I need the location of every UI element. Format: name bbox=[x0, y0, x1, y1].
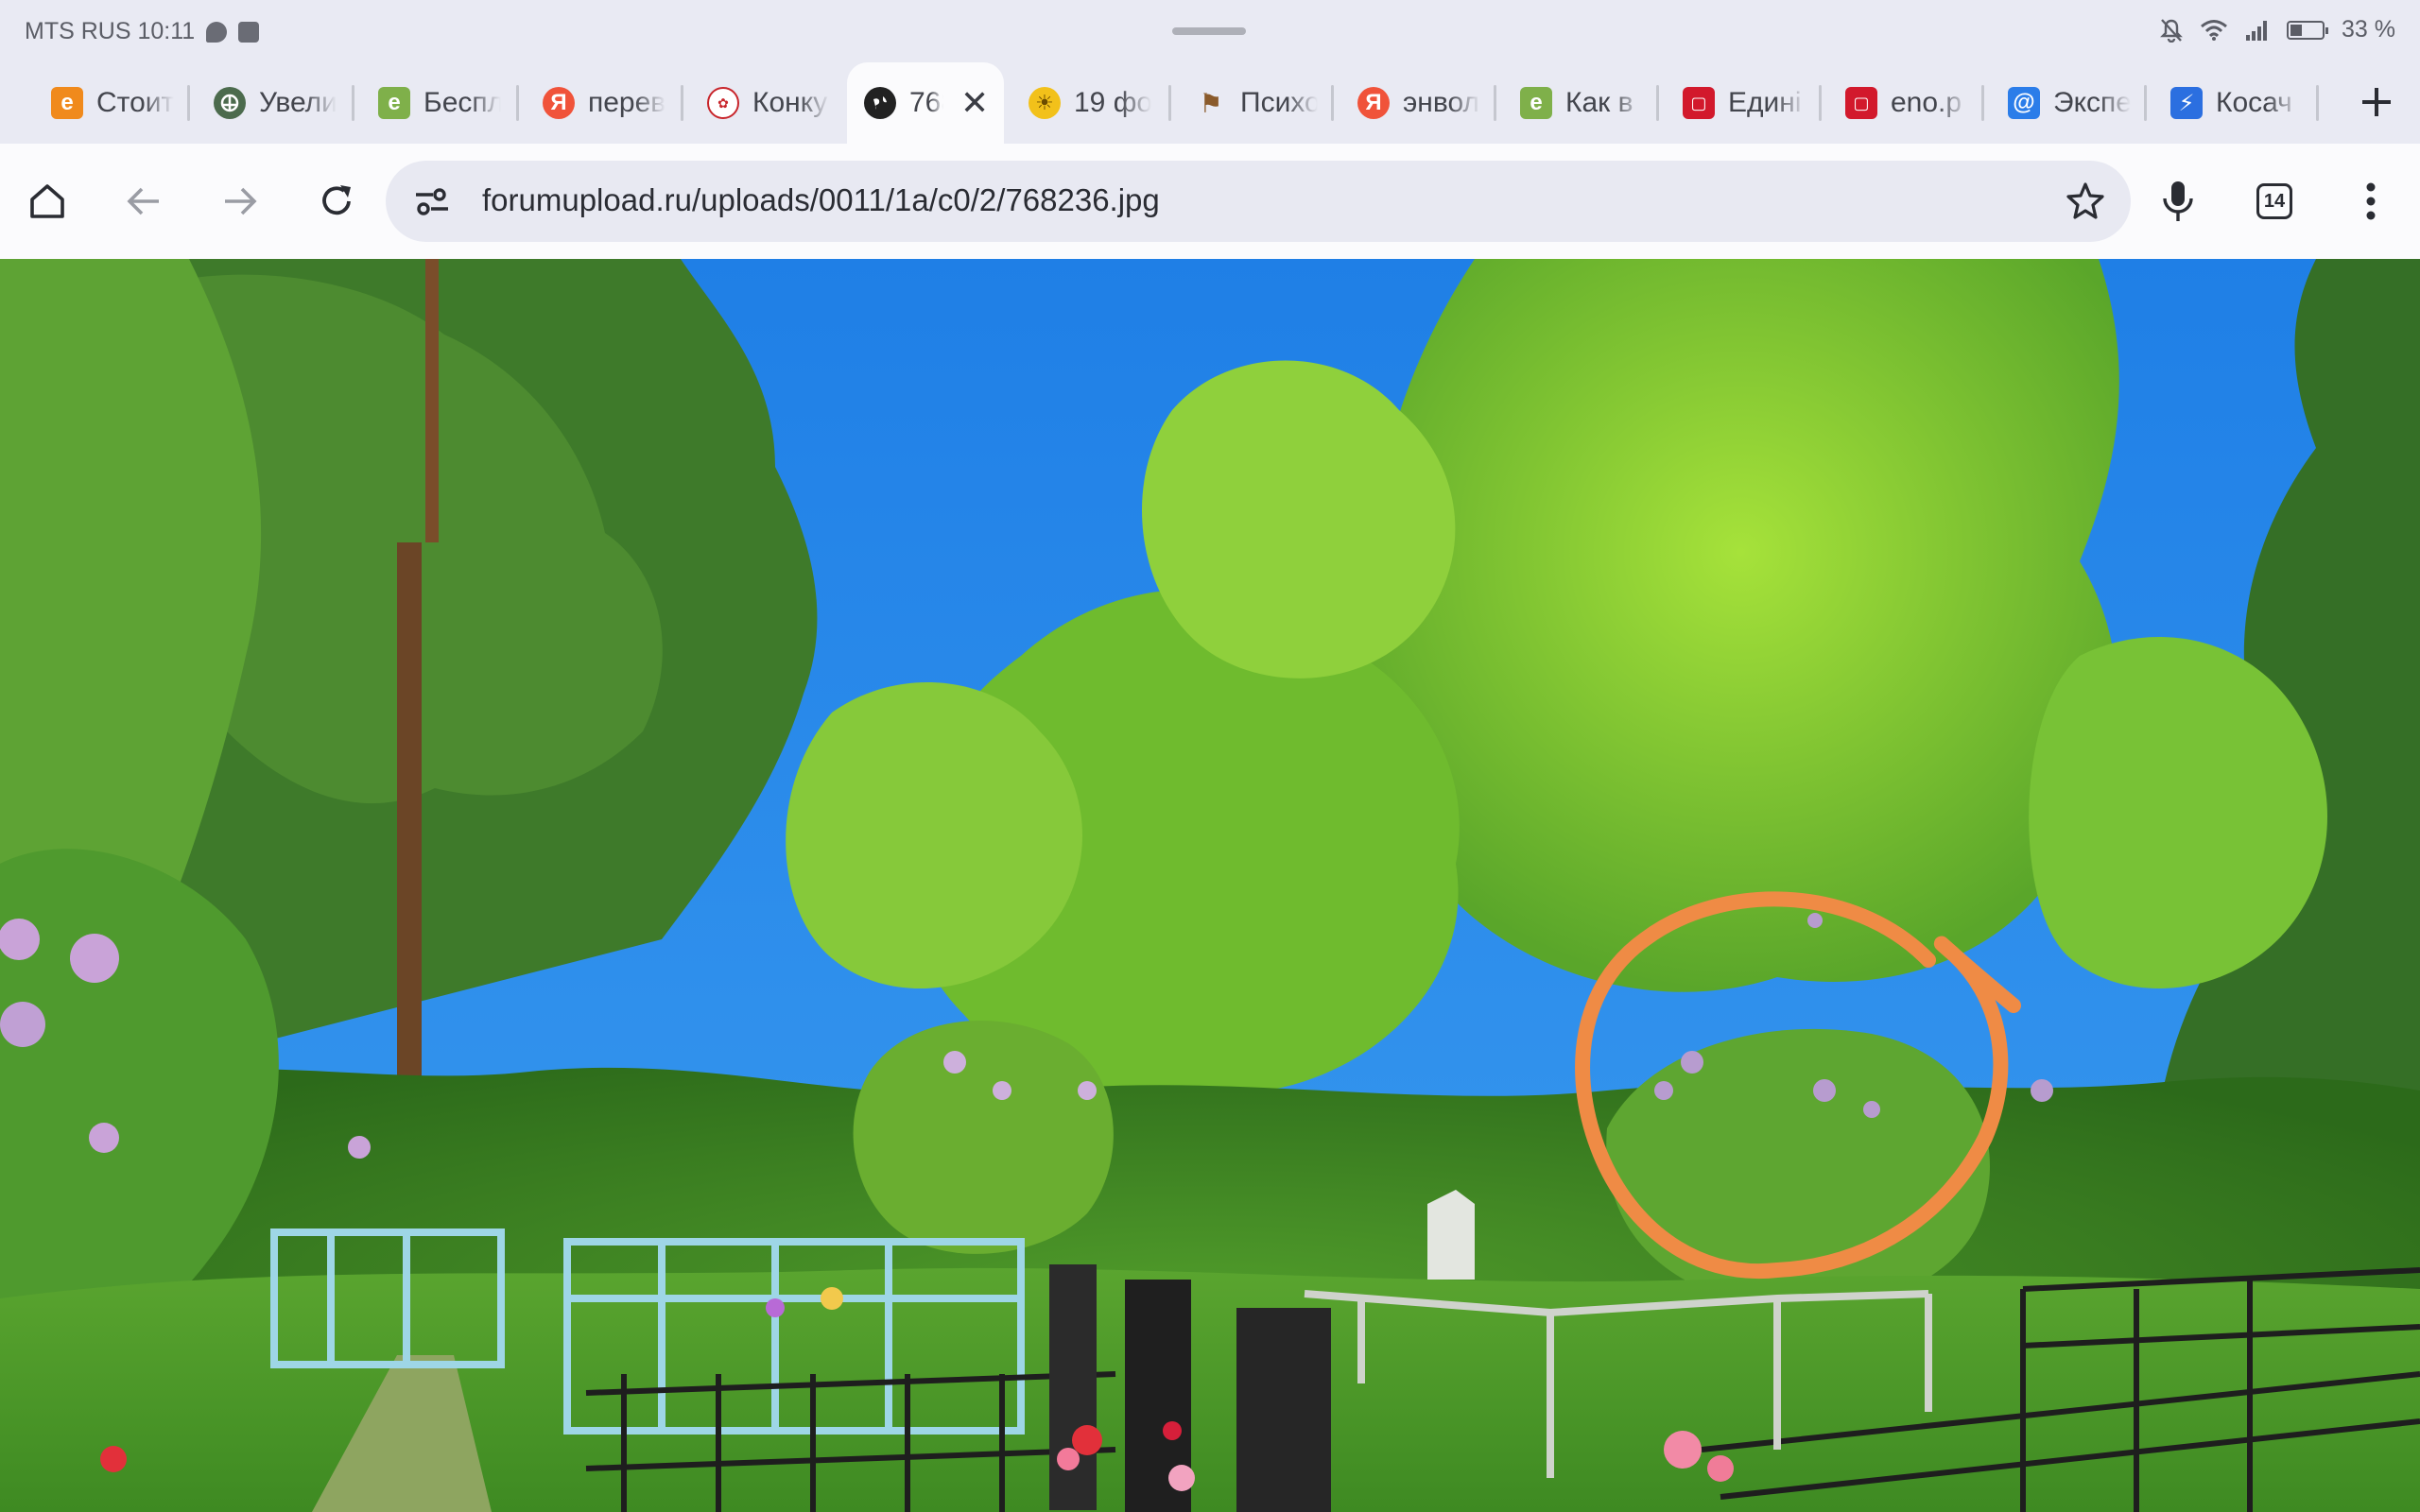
tab-ekspe[interactable]: @ Экспе bbox=[1991, 62, 2142, 144]
status-left: MTS RUS 10:11 bbox=[25, 18, 260, 45]
browser-toolbar: forumupload.ru/uploads/0011/1a/c0/2/7682… bbox=[0, 144, 2420, 259]
tab-divider bbox=[1981, 85, 1984, 121]
close-tab-icon[interactable]: ✕ bbox=[960, 83, 989, 123]
cemetery-photo bbox=[0, 259, 2420, 1512]
tab-title: Беспл bbox=[424, 87, 501, 118]
address-bar[interactable]: forumupload.ru/uploads/0011/1a/c0/2/7682… bbox=[386, 161, 2131, 242]
tab-title: eno.p bbox=[1891, 87, 1962, 118]
plus-icon bbox=[2362, 88, 2391, 116]
tab-title: Косач bbox=[2216, 87, 2292, 118]
tab-title: Экспе bbox=[2053, 87, 2131, 118]
carrier-time: MTS RUS 10:11 bbox=[25, 18, 196, 44]
menu-button[interactable] bbox=[2342, 173, 2399, 230]
tab-divider bbox=[516, 85, 519, 121]
tab-divider bbox=[681, 85, 683, 121]
bookmark-star-icon[interactable] bbox=[2066, 181, 2104, 219]
new-tab-button[interactable] bbox=[2348, 74, 2405, 130]
tab-title: Стоит bbox=[96, 87, 174, 118]
tab-title: Конку bbox=[752, 87, 828, 118]
tab-divider bbox=[1494, 85, 1496, 121]
wifi-icon bbox=[2201, 19, 2227, 41]
tab-divider bbox=[1819, 85, 1822, 121]
site-settings-icon[interactable] bbox=[414, 185, 450, 217]
tab-switcher-button[interactable]: 14 bbox=[2246, 173, 2303, 230]
tab-stoit[interactable]: e Стоит bbox=[34, 62, 176, 144]
tab-edini[interactable]: ▢ Едині bbox=[1666, 62, 1817, 144]
mute-bell-icon bbox=[2160, 18, 2183, 43]
tab-title: перев bbox=[588, 87, 666, 118]
tab-divider bbox=[187, 85, 190, 121]
arrow-left-icon bbox=[127, 187, 159, 215]
tab-title: 19 фо bbox=[1074, 87, 1151, 118]
yandex-favicon-icon: Я bbox=[1357, 87, 1390, 119]
tab-konku[interactable]: ✿ Конку bbox=[690, 62, 841, 144]
tab-strip: e Стоит Увели e Беспл Я перев ✿ Конку 76… bbox=[0, 62, 2420, 144]
tab-title: 768 bbox=[909, 87, 943, 118]
tab-title: Едині bbox=[1728, 87, 1802, 118]
home-icon bbox=[30, 184, 64, 218]
tab-envol[interactable]: Я энвол bbox=[1340, 62, 1492, 144]
tab-eno[interactable]: ▢ eno.p bbox=[1828, 62, 1979, 144]
tab-divider bbox=[2316, 85, 2319, 121]
e-favicon-icon: e bbox=[378, 87, 410, 119]
more-vertical-icon bbox=[2366, 182, 2376, 220]
lilac-bush-center bbox=[853, 1021, 1114, 1254]
tab-perev[interactable]: Я перев bbox=[526, 62, 677, 144]
battery-icon bbox=[2287, 20, 2329, 40]
badge-favicon-icon: ✿ bbox=[707, 87, 739, 119]
bolt-favicon-icon: ⚡ bbox=[2170, 87, 2203, 119]
tab-bespl[interactable]: e Беспл bbox=[361, 62, 512, 144]
battery-percent: 33 % bbox=[2342, 16, 2395, 43]
chat-bubble-icon bbox=[206, 21, 228, 43]
tab-divider bbox=[1656, 85, 1659, 121]
tab-title: Как в bbox=[1565, 87, 1634, 118]
tab-divider bbox=[2144, 85, 2147, 121]
flag-favicon-icon: ⚑ bbox=[1199, 88, 1223, 118]
status-bar: MTS RUS 10:11 33 % bbox=[0, 0, 2420, 62]
tab-count: 14 bbox=[2256, 183, 2292, 219]
tab-title: Психо bbox=[1240, 87, 1318, 118]
status-right: 33 % bbox=[2160, 16, 2395, 43]
tab-title: Увели bbox=[259, 87, 337, 118]
tab-kak-v[interactable]: e Как в bbox=[1503, 62, 1654, 144]
globe-favicon-icon bbox=[864, 87, 896, 119]
square-favicon-icon: ▢ bbox=[1845, 87, 1877, 119]
tab-divider bbox=[1168, 85, 1171, 121]
reload-button[interactable] bbox=[308, 173, 365, 230]
yandex-favicon-icon: Я bbox=[543, 87, 575, 119]
tab-active-768[interactable]: 768 ✕ bbox=[847, 62, 1004, 144]
square-favicon-icon: ▢ bbox=[1683, 87, 1715, 119]
forward-button[interactable] bbox=[212, 173, 268, 230]
e-favicon-icon: e bbox=[51, 87, 83, 119]
arrow-right-icon bbox=[225, 187, 257, 215]
signal-icon bbox=[2246, 20, 2268, 41]
back-button[interactable] bbox=[115, 173, 172, 230]
at-favicon-icon: @ bbox=[2008, 87, 2040, 119]
tab-kosach[interactable]: ⚡ Косач bbox=[2153, 62, 2314, 144]
notes-icon bbox=[238, 21, 260, 43]
microphone-icon bbox=[2163, 181, 2193, 221]
image-viewport[interactable] bbox=[0, 259, 2420, 1512]
tab-title: энвол bbox=[1403, 87, 1480, 118]
reload-icon bbox=[322, 185, 351, 215]
window-drag-handle[interactable] bbox=[1172, 27, 1246, 35]
tab-19-fo[interactable]: ☀ 19 фо bbox=[1011, 62, 1163, 144]
wheel-favicon-icon bbox=[214, 87, 246, 119]
tab-psiho[interactable]: ⚑ Психо bbox=[1178, 62, 1329, 144]
tab-uveli[interactable]: Увели bbox=[197, 62, 348, 144]
url-text[interactable]: forumupload.ru/uploads/0011/1a/c0/2/7682… bbox=[482, 182, 1160, 218]
home-button[interactable] bbox=[19, 173, 76, 230]
sun-favicon-icon: ☀ bbox=[1028, 87, 1061, 119]
tab-divider bbox=[1331, 85, 1334, 121]
tab-divider bbox=[352, 85, 354, 121]
voice-search-button[interactable] bbox=[2150, 173, 2206, 230]
e-favicon-icon: e bbox=[1520, 87, 1552, 119]
